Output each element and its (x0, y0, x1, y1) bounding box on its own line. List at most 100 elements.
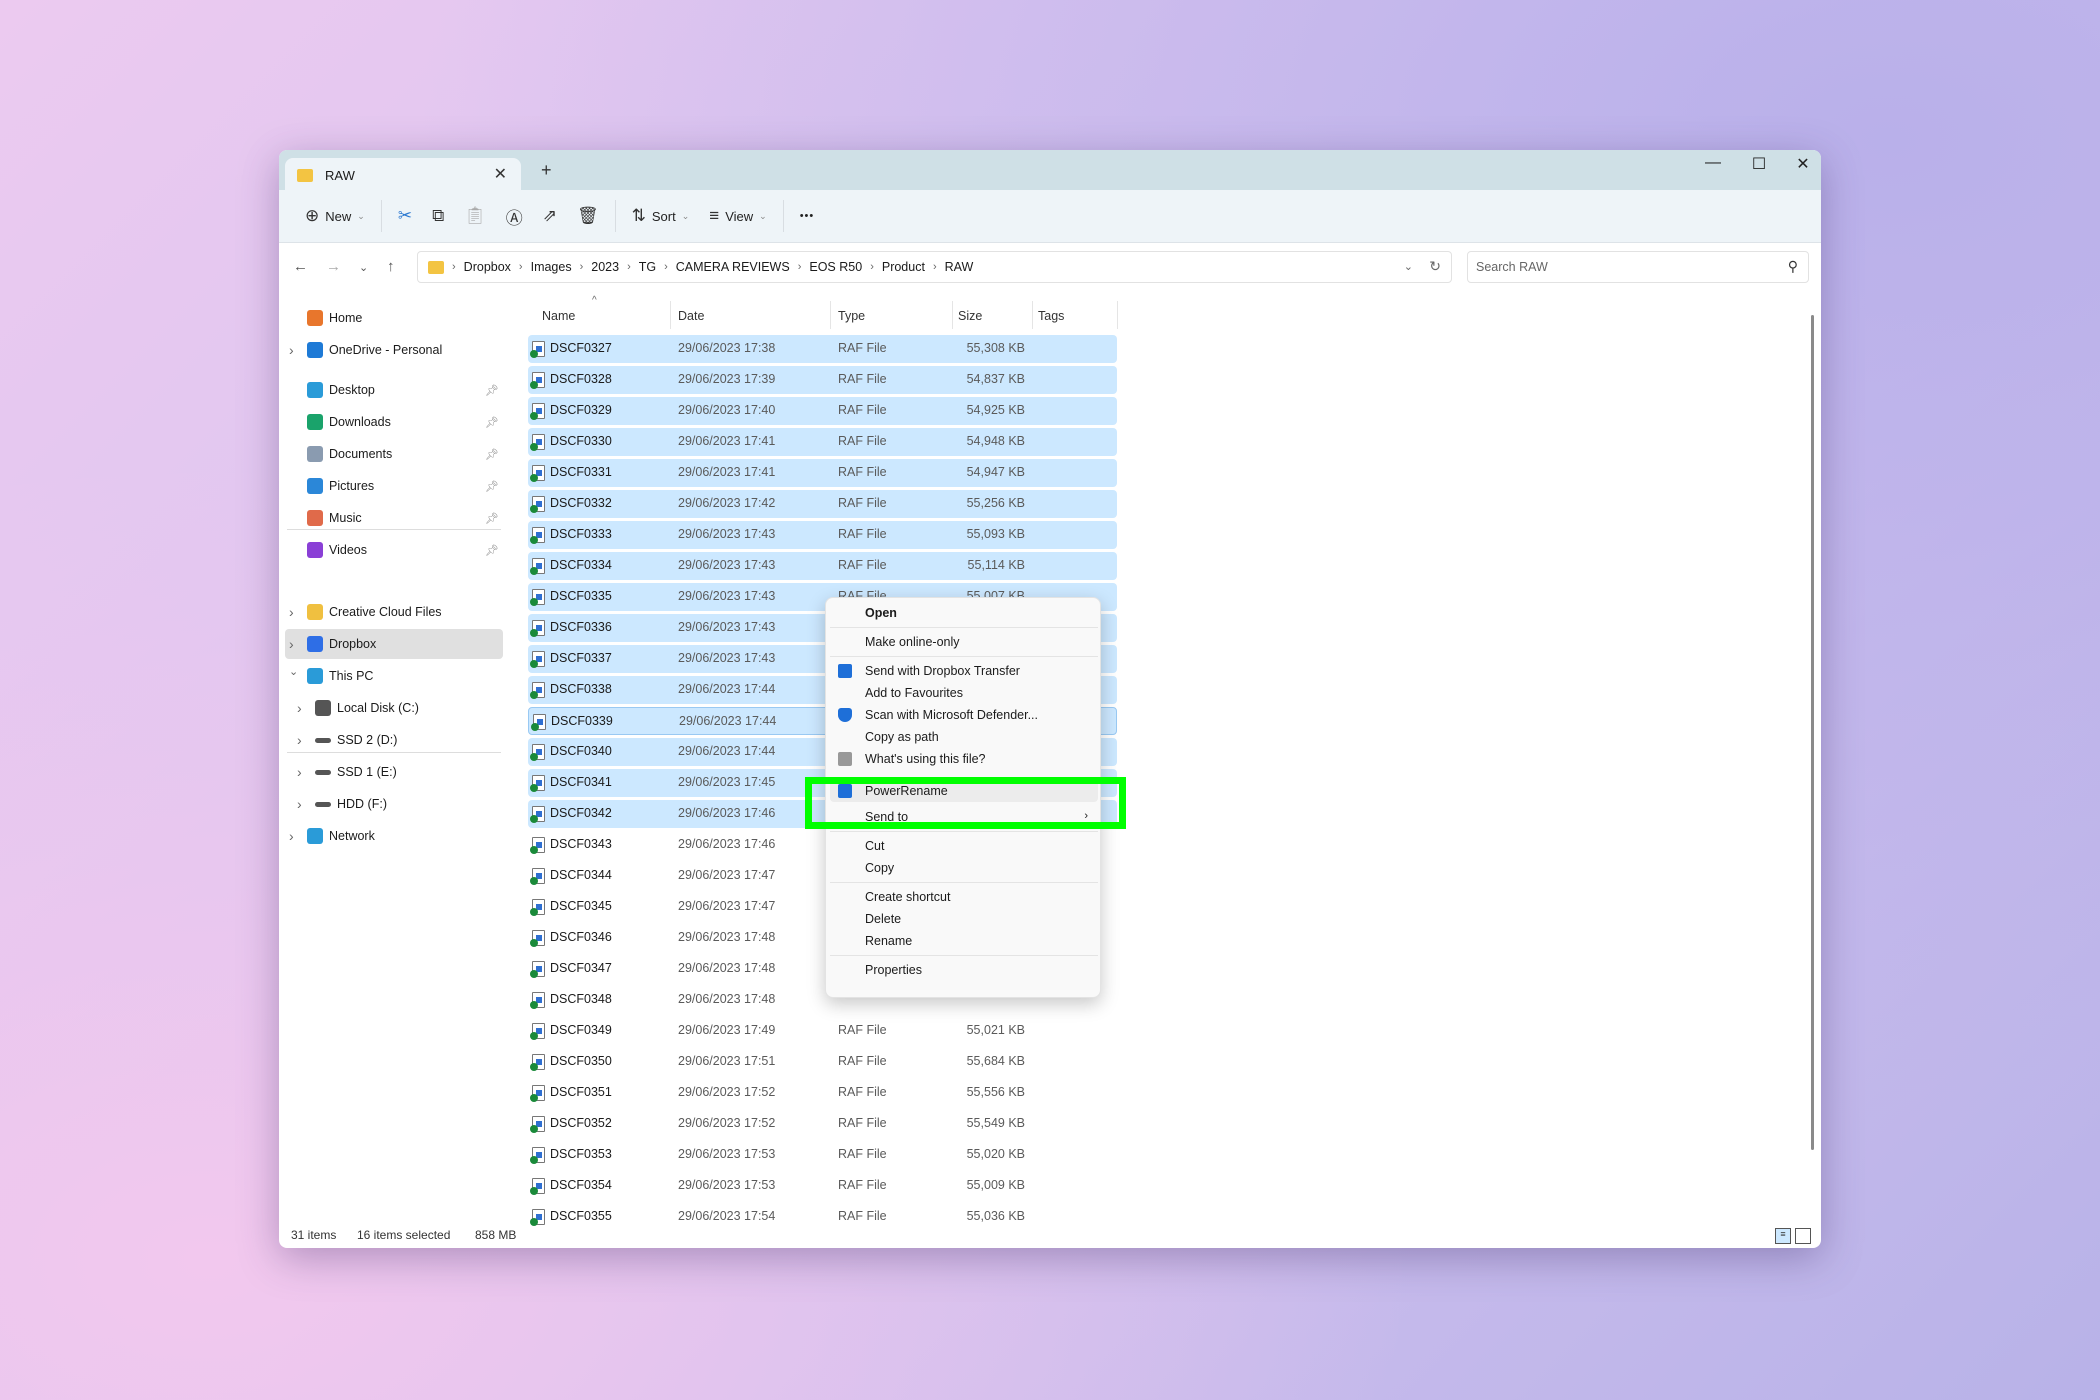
menu-item-rename[interactable]: Rename (830, 930, 1098, 952)
sidebar-item-onedrive-personal[interactable]: › OneDrive - Personal (285, 335, 503, 365)
column-size[interactable]: Size (958, 309, 982, 323)
divider[interactable] (670, 301, 671, 329)
new-button[interactable]: ⊕ New ⌄ (295, 200, 375, 232)
recent-locations-chevron-icon[interactable]: ⌄ (359, 261, 368, 274)
breadcrumb-item[interactable]: CAMERA REVIEWS (676, 260, 790, 274)
file-row[interactable]: DSCF0331 29/06/2023 17:41 RAF File 54,947 K… (528, 459, 1117, 487)
pin-icon[interactable]: 📌︎ (485, 512, 499, 525)
sidebar-item-music[interactable]: Music 📌︎ (285, 503, 503, 533)
breadcrumb-item[interactable]: Product (882, 260, 925, 274)
breadcrumb-item[interactable]: 2023 (591, 260, 619, 274)
rename-button[interactable]: Ⓐ (496, 200, 533, 232)
up-arrow-icon[interactable]: ↑ (387, 258, 395, 275)
pin-icon[interactable]: 📌︎ (485, 544, 499, 557)
chevron-right-icon[interactable]: › (289, 636, 294, 652)
menu-item-copy[interactable]: Copy (830, 857, 1098, 879)
breadcrumb-item[interactable]: TG (639, 260, 656, 274)
more-options-button[interactable]: ••• (790, 200, 825, 232)
chevron-right-icon[interactable]: › (297, 796, 302, 812)
sidebar-item-network[interactable]: › Network (285, 821, 503, 851)
delete-button[interactable]: 🗑︎ (567, 200, 609, 232)
tab-raw[interactable]: RAW ✕ (285, 158, 521, 192)
sidebar-item-desktop[interactable]: Desktop 📌︎ (285, 375, 503, 405)
breadcrumb-item[interactable]: RAW (945, 260, 974, 274)
minimize-button[interactable]: — (1693, 154, 1733, 172)
file-row[interactable]: DSCF0333 29/06/2023 17:43 RAF File 55,093 K… (528, 521, 1117, 549)
file-row[interactable]: DSCF0328 29/06/2023 17:39 RAF File 54,837 K… (528, 366, 1117, 394)
pin-icon[interactable]: 📌︎ (485, 416, 499, 429)
details-view-icon[interactable]: ≡ (1775, 1228, 1791, 1244)
file-row[interactable]: DSCF0332 29/06/2023 17:42 RAF File 55,256 K… (528, 490, 1117, 518)
file-row[interactable]: DSCF0334 29/06/2023 17:43 RAF File 55,114 K… (528, 552, 1117, 580)
pin-icon[interactable]: 📌︎ (485, 384, 499, 397)
file-row[interactable]: DSCF0330 29/06/2023 17:41 RAF File 54,948 K… (528, 428, 1117, 456)
file-row[interactable]: DSCF0349 29/06/2023 17:49 RAF File 55,021 K… (528, 1017, 1117, 1045)
sidebar-item-this-pc[interactable]: ⌄ This PC (285, 661, 503, 691)
pin-icon[interactable]: 📌︎ (485, 448, 499, 461)
file-row[interactable]: DSCF0354 29/06/2023 17:53 RAF File 55,009 K… (528, 1172, 1117, 1200)
sidebar-item-hdd-f-[interactable]: › HDD (F:) (285, 789, 503, 819)
search-input[interactable]: Search RAW ⚲ (1467, 251, 1809, 283)
divider[interactable] (1032, 301, 1033, 329)
paste-button[interactable]: 📋︎ (454, 200, 496, 232)
divider[interactable] (830, 301, 831, 329)
sidebar-item-creative-cloud-files[interactable]: › Creative Cloud Files (285, 597, 503, 627)
menu-item-open[interactable]: Open (830, 602, 1098, 624)
menu-item-send-with-dropbox-transfer[interactable]: Send with Dropbox Transfer (830, 660, 1098, 682)
sidebar-item-documents[interactable]: Documents 📌︎ (285, 439, 503, 469)
breadcrumb[interactable]: › Dropbox › Images › 2023 › TG › CAMERA REVIEWS › E… (417, 251, 1452, 283)
sidebar-item-dropbox[interactable]: › Dropbox (285, 629, 503, 659)
sidebar-item-downloads[interactable]: Downloads 📌︎ (285, 407, 503, 437)
file-row[interactable]: DSCF0350 29/06/2023 17:51 RAF File 55,684 K… (528, 1048, 1117, 1076)
search-icon[interactable]: ⚲ (1788, 258, 1798, 275)
sidebar-item-home[interactable]: Home (285, 303, 503, 333)
cut-button[interactable]: ✂ (388, 200, 422, 232)
column-date[interactable]: Date (678, 309, 704, 323)
sidebar-item-pictures[interactable]: Pictures 📌︎ (285, 471, 503, 501)
column-type[interactable]: Type (838, 309, 865, 323)
chevron-down-icon[interactable]: ⌄ (289, 665, 298, 678)
breadcrumb-item[interactable]: EOS R50 (809, 260, 862, 274)
sidebar-item-ssd-1-e-[interactable]: › SSD 1 (E:) (285, 757, 503, 787)
chevron-down-icon[interactable]: ⌄ (1404, 260, 1413, 273)
chevron-right-icon[interactable]: › (297, 700, 302, 716)
view-button[interactable]: ≡ View ⌄ (699, 200, 776, 232)
chevron-right-icon[interactable]: › (289, 828, 294, 844)
menu-item-create-shortcut[interactable]: Create shortcut (830, 886, 1098, 908)
menu-item-what-s-using-this-file[interactable]: What's using this file? (830, 748, 1098, 770)
menu-item-make-online-only[interactable]: Make online-only (830, 631, 1098, 653)
breadcrumb-item[interactable]: Dropbox (464, 260, 511, 274)
share-button[interactable]: ⇗ (533, 200, 567, 232)
file-row[interactable]: DSCF0351 29/06/2023 17:52 RAF File 55,556 K… (528, 1079, 1117, 1107)
copy-button[interactable]: ⧉ (422, 200, 454, 232)
file-row[interactable]: DSCF0329 29/06/2023 17:40 RAF File 54,925 K… (528, 397, 1117, 425)
close-window-button[interactable]: ✕ (1783, 154, 1821, 174)
menu-item-scan-with-microsoft-defender[interactable]: Scan with Microsoft Defender... (830, 704, 1098, 726)
breadcrumb-item[interactable]: Images (531, 260, 572, 274)
chevron-right-icon[interactable]: › (289, 342, 294, 358)
tiles-view-icon[interactable] (1795, 1228, 1811, 1244)
new-tab-button[interactable]: + (541, 160, 552, 181)
pin-icon[interactable]: 📌︎ (485, 480, 499, 493)
menu-item-copy-as-path[interactable]: Copy as path (830, 726, 1098, 748)
chevron-right-icon[interactable]: › (289, 604, 294, 620)
back-arrow-icon[interactable]: ← (293, 258, 308, 275)
column-name[interactable]: Name (542, 309, 575, 323)
close-tab-icon[interactable]: ✕ (494, 164, 507, 184)
file-row[interactable]: DSCF0327 29/06/2023 17:38 RAF File 55,308 K… (528, 335, 1117, 363)
column-tags[interactable]: Tags (1038, 309, 1064, 323)
divider[interactable] (1117, 301, 1118, 329)
menu-item-add-to-favourites[interactable]: Add to Favourites (830, 682, 1098, 704)
maximize-button[interactable]: ☐ (1739, 154, 1779, 174)
refresh-icon[interactable]: ↻ (1429, 258, 1441, 275)
sidebar-item-videos[interactable]: Videos 📌︎ (285, 535, 503, 565)
sidebar-item-ssd-2-d-[interactable]: › SSD 2 (D:) (285, 725, 503, 755)
forward-arrow-icon[interactable]: → (326, 258, 341, 275)
sort-button[interactable]: ⇅ Sort ⌄ (622, 200, 700, 232)
file-row[interactable]: DSCF0352 29/06/2023 17:52 RAF File 55,549 K… (528, 1110, 1117, 1138)
menu-item-properties[interactable]: Properties (830, 959, 1098, 981)
file-row[interactable]: DSCF0353 29/06/2023 17:53 RAF File 55,020 K… (528, 1141, 1117, 1169)
chevron-right-icon[interactable]: › (297, 732, 302, 748)
menu-item-delete[interactable]: Delete (830, 908, 1098, 930)
sidebar-item-local-disk-c-[interactable]: › Local Disk (C:) (285, 693, 503, 723)
